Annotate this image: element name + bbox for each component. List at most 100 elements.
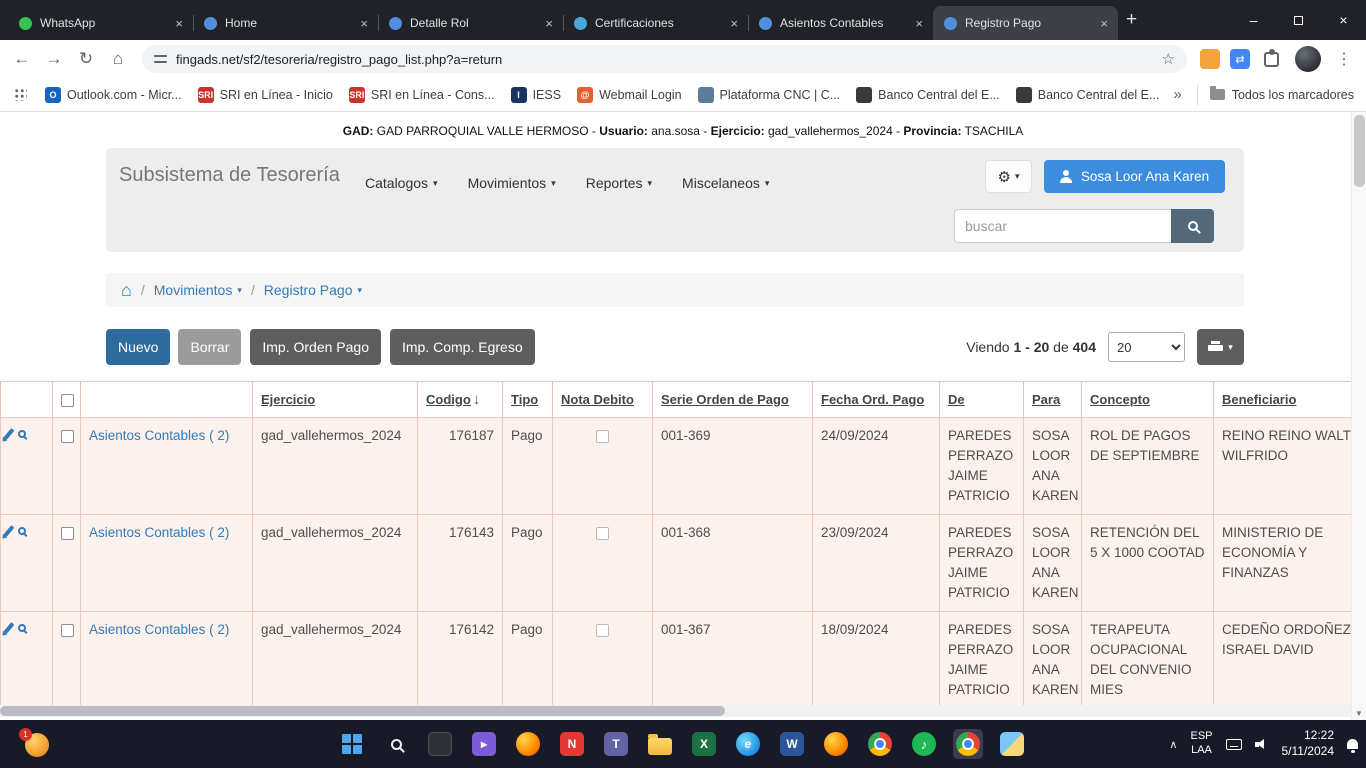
taskbar-chrome-active[interactable]	[953, 729, 983, 759]
taskbar-app-window-dark[interactable]	[428, 732, 452, 756]
taskbar-search-button[interactable]	[384, 732, 408, 756]
header-codigo[interactable]: Codigo↓	[418, 382, 503, 418]
asientos-contables-link[interactable]: Asientos Contables ( 2)	[89, 428, 229, 443]
vertical-scrollbar-thumb[interactable]	[1354, 115, 1365, 187]
header-beneficiario[interactable]: Beneficiario	[1214, 382, 1366, 418]
back-button[interactable]: ←	[8, 45, 36, 73]
bookmark-star-icon[interactable]: ☆	[1162, 50, 1175, 68]
window-maximize-button[interactable]	[1276, 0, 1321, 40]
edit-icon[interactable]	[4, 428, 15, 440]
edit-icon[interactable]	[4, 525, 15, 537]
tab-close-icon[interactable]: ×	[913, 16, 925, 31]
menu-movimientos[interactable]: Movimientos▾	[453, 175, 571, 191]
view-icon[interactable]	[18, 527, 26, 535]
view-icon[interactable]	[18, 430, 26, 438]
header-fecha-ord-pago[interactable]: Fecha Ord. Pago	[813, 382, 940, 418]
all-bookmarks-button[interactable]: Todos los marcadores	[1197, 84, 1354, 106]
reload-button[interactable]: ↻	[72, 45, 100, 73]
nota-debito-checkbox[interactable]	[596, 624, 609, 637]
menu-miscelaneos[interactable]: Miscelaneos▾	[667, 175, 784, 191]
bookmark-sri-inicio[interactable]: SRISRI en Línea - Inicio	[190, 82, 341, 108]
taskbar-firefox[interactable]	[516, 732, 540, 756]
breadcrumb-registro-pago[interactable]: Registro Pago▾	[264, 282, 362, 298]
borrar-button[interactable]: Borrar	[178, 329, 241, 365]
horizontal-scrollbar[interactable]	[0, 705, 1351, 717]
row-checkbox[interactable]	[61, 624, 74, 637]
horizontal-scrollbar-thumb[interactable]	[0, 706, 725, 716]
url-text[interactable]: fingads.net/sf2/tesoreria/registro_pago_…	[176, 52, 1153, 67]
imp-comp-egreso-button[interactable]: Imp. Comp. Egreso	[390, 329, 535, 365]
tab-home[interactable]: Home×	[193, 6, 378, 40]
scroll-down-arrow-icon[interactable]: ▼	[1352, 709, 1366, 718]
menu-reportes[interactable]: Reportes▾	[571, 175, 667, 191]
new-tab-button[interactable]: +	[1126, 9, 1137, 31]
taskbar-chrome[interactable]	[868, 732, 892, 756]
search-input[interactable]	[954, 209, 1171, 243]
taskbar-edge[interactable]: e	[736, 732, 760, 756]
nuevo-button[interactable]: Nuevo	[106, 329, 170, 365]
taskbar-firefox-2[interactable]	[824, 732, 848, 756]
header-concepto[interactable]: Concepto	[1082, 382, 1214, 418]
taskbar-spotify[interactable]: ♪	[912, 732, 936, 756]
language-indicator[interactable]: ESPLAA	[1190, 730, 1212, 758]
translate-extension-icon[interactable]: ⇄	[1230, 49, 1250, 69]
print-button[interactable]: ▾	[1197, 329, 1244, 365]
touch-keyboard-icon[interactable]	[1226, 739, 1242, 750]
bookmark-banco-central-1[interactable]: Banco Central del E...	[848, 82, 1008, 108]
browser-home-button[interactable]: ⌂	[104, 45, 132, 73]
tab-close-icon[interactable]: ×	[543, 16, 555, 31]
taskbar-media-app[interactable]: ▸	[472, 732, 496, 756]
page-size-select[interactable]: 20	[1108, 332, 1185, 362]
window-minimize-button[interactable]: –	[1231, 0, 1276, 40]
bookmark-iess[interactable]: IIESS	[503, 82, 570, 108]
bookmark-outlook[interactable]: OOutlook.com - Micr...	[37, 82, 190, 108]
header-serie-orden-pago[interactable]: Serie Orden de Pago	[653, 382, 813, 418]
select-all-checkbox[interactable]	[61, 394, 74, 407]
taskbar-teams[interactable]: T	[604, 732, 628, 756]
tray-expand-icon[interactable]: ∧	[1169, 738, 1177, 751]
extensions-icon[interactable]	[1264, 52, 1279, 67]
bookmark-plataforma-cnc[interactable]: Plataforma CNC | C...	[690, 82, 849, 108]
volume-icon[interactable]	[1255, 738, 1269, 750]
user-button[interactable]: Sosa Loor Ana Karen	[1044, 160, 1225, 193]
bookmark-webmail[interactable]: @Webmail Login	[569, 82, 689, 108]
taskbar-excel[interactable]: X	[692, 732, 716, 756]
window-close-button[interactable]: ×	[1321, 0, 1366, 40]
apps-grid-icon[interactable]	[14, 88, 27, 101]
start-button[interactable]	[340, 732, 364, 756]
tab-close-icon[interactable]: ×	[728, 16, 740, 31]
breadcrumb-movimientos[interactable]: Movimientos▾	[154, 282, 242, 298]
settings-button[interactable]: ⚙▾	[985, 160, 1032, 193]
row-checkbox[interactable]	[61, 430, 74, 443]
header-de[interactable]: De	[940, 382, 1024, 418]
header-para[interactable]: Para	[1024, 382, 1082, 418]
tab-registro-pago[interactable]: Registro Pago×	[933, 6, 1118, 40]
taskbar-app-red[interactable]: N	[560, 732, 584, 756]
tab-close-icon[interactable]: ×	[358, 16, 370, 31]
tab-detalle-rol[interactable]: Detalle Rol×	[378, 6, 563, 40]
row-checkbox[interactable]	[61, 527, 74, 540]
imp-orden-pago-button[interactable]: Imp. Orden Pago	[250, 329, 381, 365]
tab-whatsapp[interactable]: WhatsApp×	[8, 6, 193, 40]
header-nota-debito[interactable]: Nota Debito	[553, 382, 653, 418]
notifications-bell-icon[interactable]	[1347, 739, 1358, 749]
tab-certificaciones[interactable]: Certificaciones×	[563, 6, 748, 40]
nota-debito-checkbox[interactable]	[596, 527, 609, 540]
view-icon[interactable]	[18, 624, 26, 632]
tab-close-icon[interactable]: ×	[173, 16, 185, 31]
taskbar-widgets-button[interactable]: 1	[24, 732, 50, 758]
bookmark-sri-consultas[interactable]: SRISRI en Línea - Cons...	[341, 82, 503, 108]
extension-icon[interactable]	[1200, 49, 1220, 69]
tab-close-icon[interactable]: ×	[1098, 16, 1110, 31]
asientos-contables-link[interactable]: Asientos Contables ( 2)	[89, 525, 229, 540]
header-tipo[interactable]: Tipo	[503, 382, 553, 418]
address-bar[interactable]: fingads.net/sf2/tesoreria/registro_pago_…	[142, 45, 1187, 73]
header-ejercicio[interactable]: Ejercicio	[253, 382, 418, 418]
forward-button[interactable]: →	[40, 45, 68, 73]
site-info-icon[interactable]	[154, 53, 167, 65]
asientos-contables-link[interactable]: Asientos Contables ( 2)	[89, 622, 229, 637]
browser-menu-icon[interactable]: ⋮	[1330, 45, 1358, 73]
profile-avatar[interactable]	[1295, 46, 1321, 72]
clock[interactable]: 12:225/11/2024	[1282, 728, 1335, 759]
taskbar-word[interactable]: W	[780, 732, 804, 756]
